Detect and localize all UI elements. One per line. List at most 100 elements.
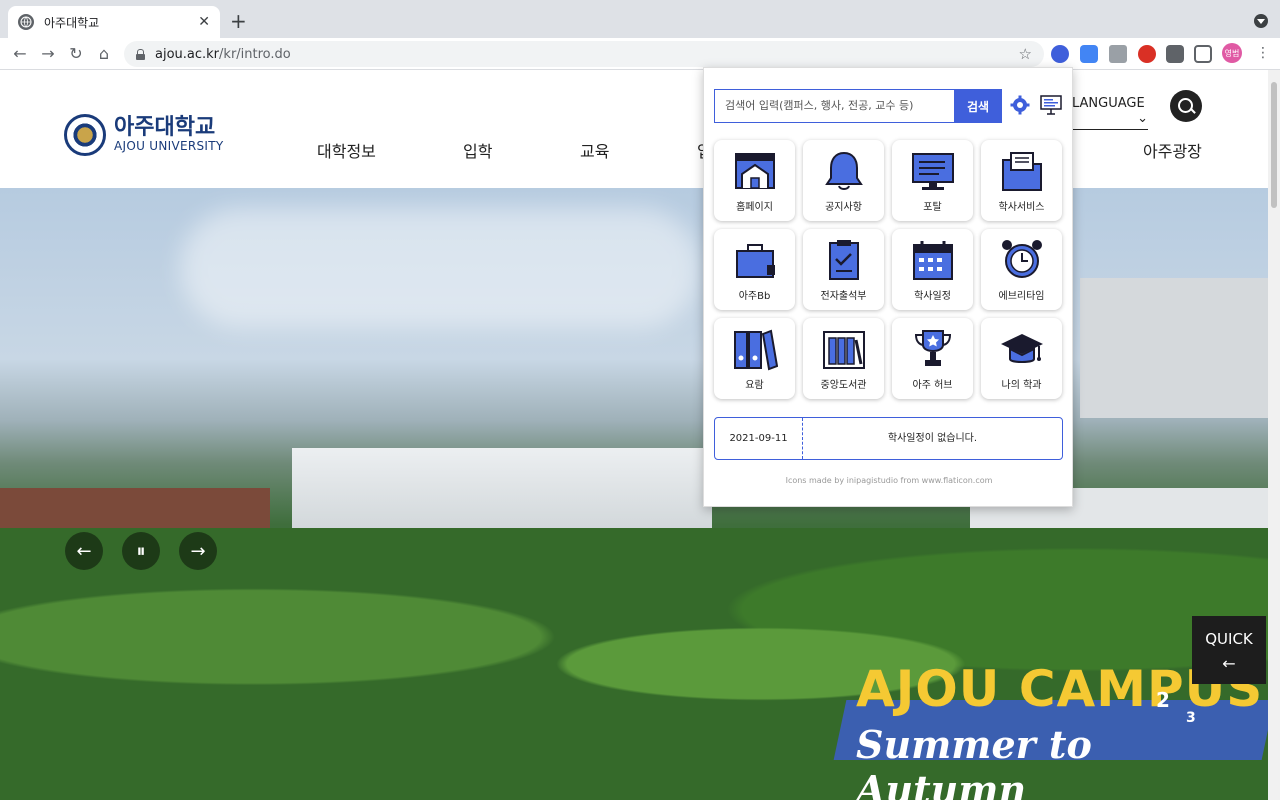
university-seal-icon	[64, 114, 106, 156]
shortcut-card[interactable]: 홈페이지	[714, 140, 795, 221]
cast-icon[interactable]	[1194, 45, 1212, 63]
reload-icon[interactable]: ↻	[66, 44, 86, 64]
schedule-message: 학사일정이 없습니다.	[887, 433, 978, 444]
slider-next-button[interactable]: →	[179, 532, 217, 570]
logo-korean: 아주대학교	[114, 115, 216, 140]
homepage-icon	[735, 153, 775, 189]
hero-building-center	[292, 448, 712, 538]
page-scrollbar[interactable]	[1268, 70, 1280, 800]
slider-pause-button[interactable]: ⏸	[122, 532, 160, 570]
popup-search-input[interactable]: 검색어 입력(캠퍼스, 행사, 전공, 교수 등)	[714, 89, 954, 123]
translate-extension-icon[interactable]	[1080, 45, 1098, 63]
shortcut-label: 에브리타임	[998, 291, 1045, 302]
tab-title: 아주대학교	[44, 15, 100, 30]
schedule-date: 2021-09-11	[715, 418, 803, 459]
lock-icon	[136, 48, 145, 60]
shortcut-card[interactable]: 아주 허브	[892, 318, 973, 399]
shortcut-card[interactable]: 요람	[714, 318, 795, 399]
new-tab-button[interactable]: +	[230, 10, 247, 32]
shortcut-card[interactable]: 중앙도서관	[803, 318, 884, 399]
language-select[interactable]: LANGUAGE ⌄	[1072, 96, 1148, 130]
back-icon[interactable]: ←	[10, 44, 30, 64]
slider-prev-button[interactable]: ←	[65, 532, 103, 570]
nav-education[interactable]: 교육	[580, 138, 609, 162]
shortcut-label: 나의 학과	[1001, 380, 1042, 391]
browser-menu-icon[interactable]: ⋮	[1256, 44, 1270, 62]
quick-menu-button[interactable]: QUICK ←	[1192, 616, 1266, 684]
shortcut-label: 전자출석부	[820, 291, 867, 302]
web-page: 아주대학교 AJOU UNIVERSITY 대학정보 입학 교육 입 아주광장 …	[0, 70, 1280, 800]
extensions-puzzle-icon[interactable]	[1166, 45, 1184, 63]
calendar-icon	[913, 241, 953, 280]
slide-pager: 2 3	[1156, 688, 1196, 726]
schedule-box: 2021-09-11 학사일정이 없습니다.	[714, 417, 1063, 460]
shortcut-card[interactable]: 전자출석부	[803, 229, 884, 310]
profile-avatar[interactable]: 영범	[1222, 43, 1242, 63]
adblock-extension-icon[interactable]	[1138, 45, 1156, 63]
quick-label: QUICK	[1205, 630, 1253, 648]
ajou-logo[interactable]: 아주대학교 AJOU UNIVERSITY	[64, 114, 224, 156]
scrollbar-thumb[interactable]	[1271, 82, 1277, 208]
arrow-left-icon: ←	[1222, 654, 1236, 673]
shortcut-label: 공지사항	[825, 202, 862, 213]
browser-tab-bar: 아주대학교 ✕ +	[0, 0, 1280, 38]
library-icon	[823, 331, 865, 369]
slide-total: 3	[1186, 710, 1196, 726]
shortcut-card[interactable]: 에브리타임	[981, 229, 1062, 310]
browser-toolbar: ← → ↻ ⌂ ajou.ac.kr /kr/intro.do ☆	[0, 38, 1280, 70]
tab-search-icon[interactable]	[1254, 14, 1268, 28]
url-host: ajou.ac.kr	[155, 46, 220, 62]
home-icon[interactable]: ⌂	[94, 44, 114, 64]
shortcut-label: 아주Bb	[738, 291, 771, 302]
site-search-icon[interactable]	[1170, 90, 1202, 122]
shortcut-label: 학사일정	[914, 291, 951, 302]
gear-icon[interactable]	[1010, 95, 1030, 115]
shortcut-label: 홈페이지	[736, 202, 773, 213]
clipboard-icon	[829, 240, 859, 280]
trophy-icon	[914, 330, 952, 366]
camera-extension-icon[interactable]	[1109, 45, 1127, 63]
chevron-down-icon: ⌄	[1137, 111, 1148, 126]
site-header: 아주대학교 AJOU UNIVERSITY 대학정보 입학 교육 입 아주광장 …	[0, 70, 1268, 188]
shortcut-label: 요람	[745, 380, 764, 391]
hero-building-right	[1080, 278, 1268, 418]
address-bar[interactable]: ajou.ac.kr /kr/intro.do ☆	[124, 41, 1044, 67]
shortcut-label: 아주 허브	[912, 380, 953, 391]
shortcut-label: 학사서비스	[998, 202, 1045, 213]
shortcut-card[interactable]: 나의 학과	[981, 318, 1062, 399]
alarm-clock-icon	[1002, 240, 1042, 278]
shortcut-card[interactable]: 학사서비스	[981, 140, 1062, 221]
url-path: /kr/intro.do	[219, 46, 291, 62]
briefcase-icon	[736, 244, 775, 278]
ajou-extension-icon[interactable]	[1051, 45, 1069, 63]
monitor-icon	[912, 153, 954, 190]
shortcut-card[interactable]: 공지사항	[803, 140, 884, 221]
browser-tab[interactable]: 아주대학교 ✕	[8, 6, 220, 38]
presentation-icon[interactable]	[1040, 95, 1062, 115]
folder-icon	[1002, 152, 1042, 191]
graduation-cap-icon	[1001, 334, 1043, 363]
hero-banner: AJOU CAMPUS Summer to Autumn	[0, 188, 1275, 800]
binders-icon	[734, 329, 778, 371]
shortcut-card[interactable]: 포탈	[892, 140, 973, 221]
nav-admission[interactable]: 입학	[463, 138, 492, 162]
nav-university-info[interactable]: 대학정보	[317, 138, 376, 162]
shortcut-card[interactable]: 학사일정	[892, 229, 973, 310]
icon-credit[interactable]: Icons made by inipagistudio from www.fla…	[704, 476, 1074, 485]
popup-search-button[interactable]: 검색	[954, 89, 1002, 123]
forward-icon[interactable]: →	[38, 44, 58, 64]
ajou-extension-popup: 검색어 입력(캠퍼스, 행사, 전공, 교수 등) 검색 홈페이지 공지사항 포탈 학…	[703, 67, 1073, 507]
slide-current: 2	[1156, 688, 1170, 712]
hero-subtitle: Summer to Autumn	[856, 722, 1092, 800]
language-label: LANGUAGE	[1072, 96, 1145, 111]
logo-english: AJOU UNIVERSITY	[114, 139, 224, 153]
globe-icon	[18, 14, 34, 30]
hero-cloud	[180, 208, 700, 328]
bell-icon	[825, 151, 863, 190]
shortcut-label: 포탈	[923, 202, 942, 213]
bookmark-star-icon[interactable]: ☆	[1019, 45, 1032, 63]
shortcut-card[interactable]: 아주Bb	[714, 229, 795, 310]
nav-ajou-plaza[interactable]: 아주광장	[1143, 138, 1202, 162]
tab-close-icon[interactable]: ✕	[198, 14, 210, 30]
shortcut-label: 중앙도서관	[820, 380, 867, 391]
